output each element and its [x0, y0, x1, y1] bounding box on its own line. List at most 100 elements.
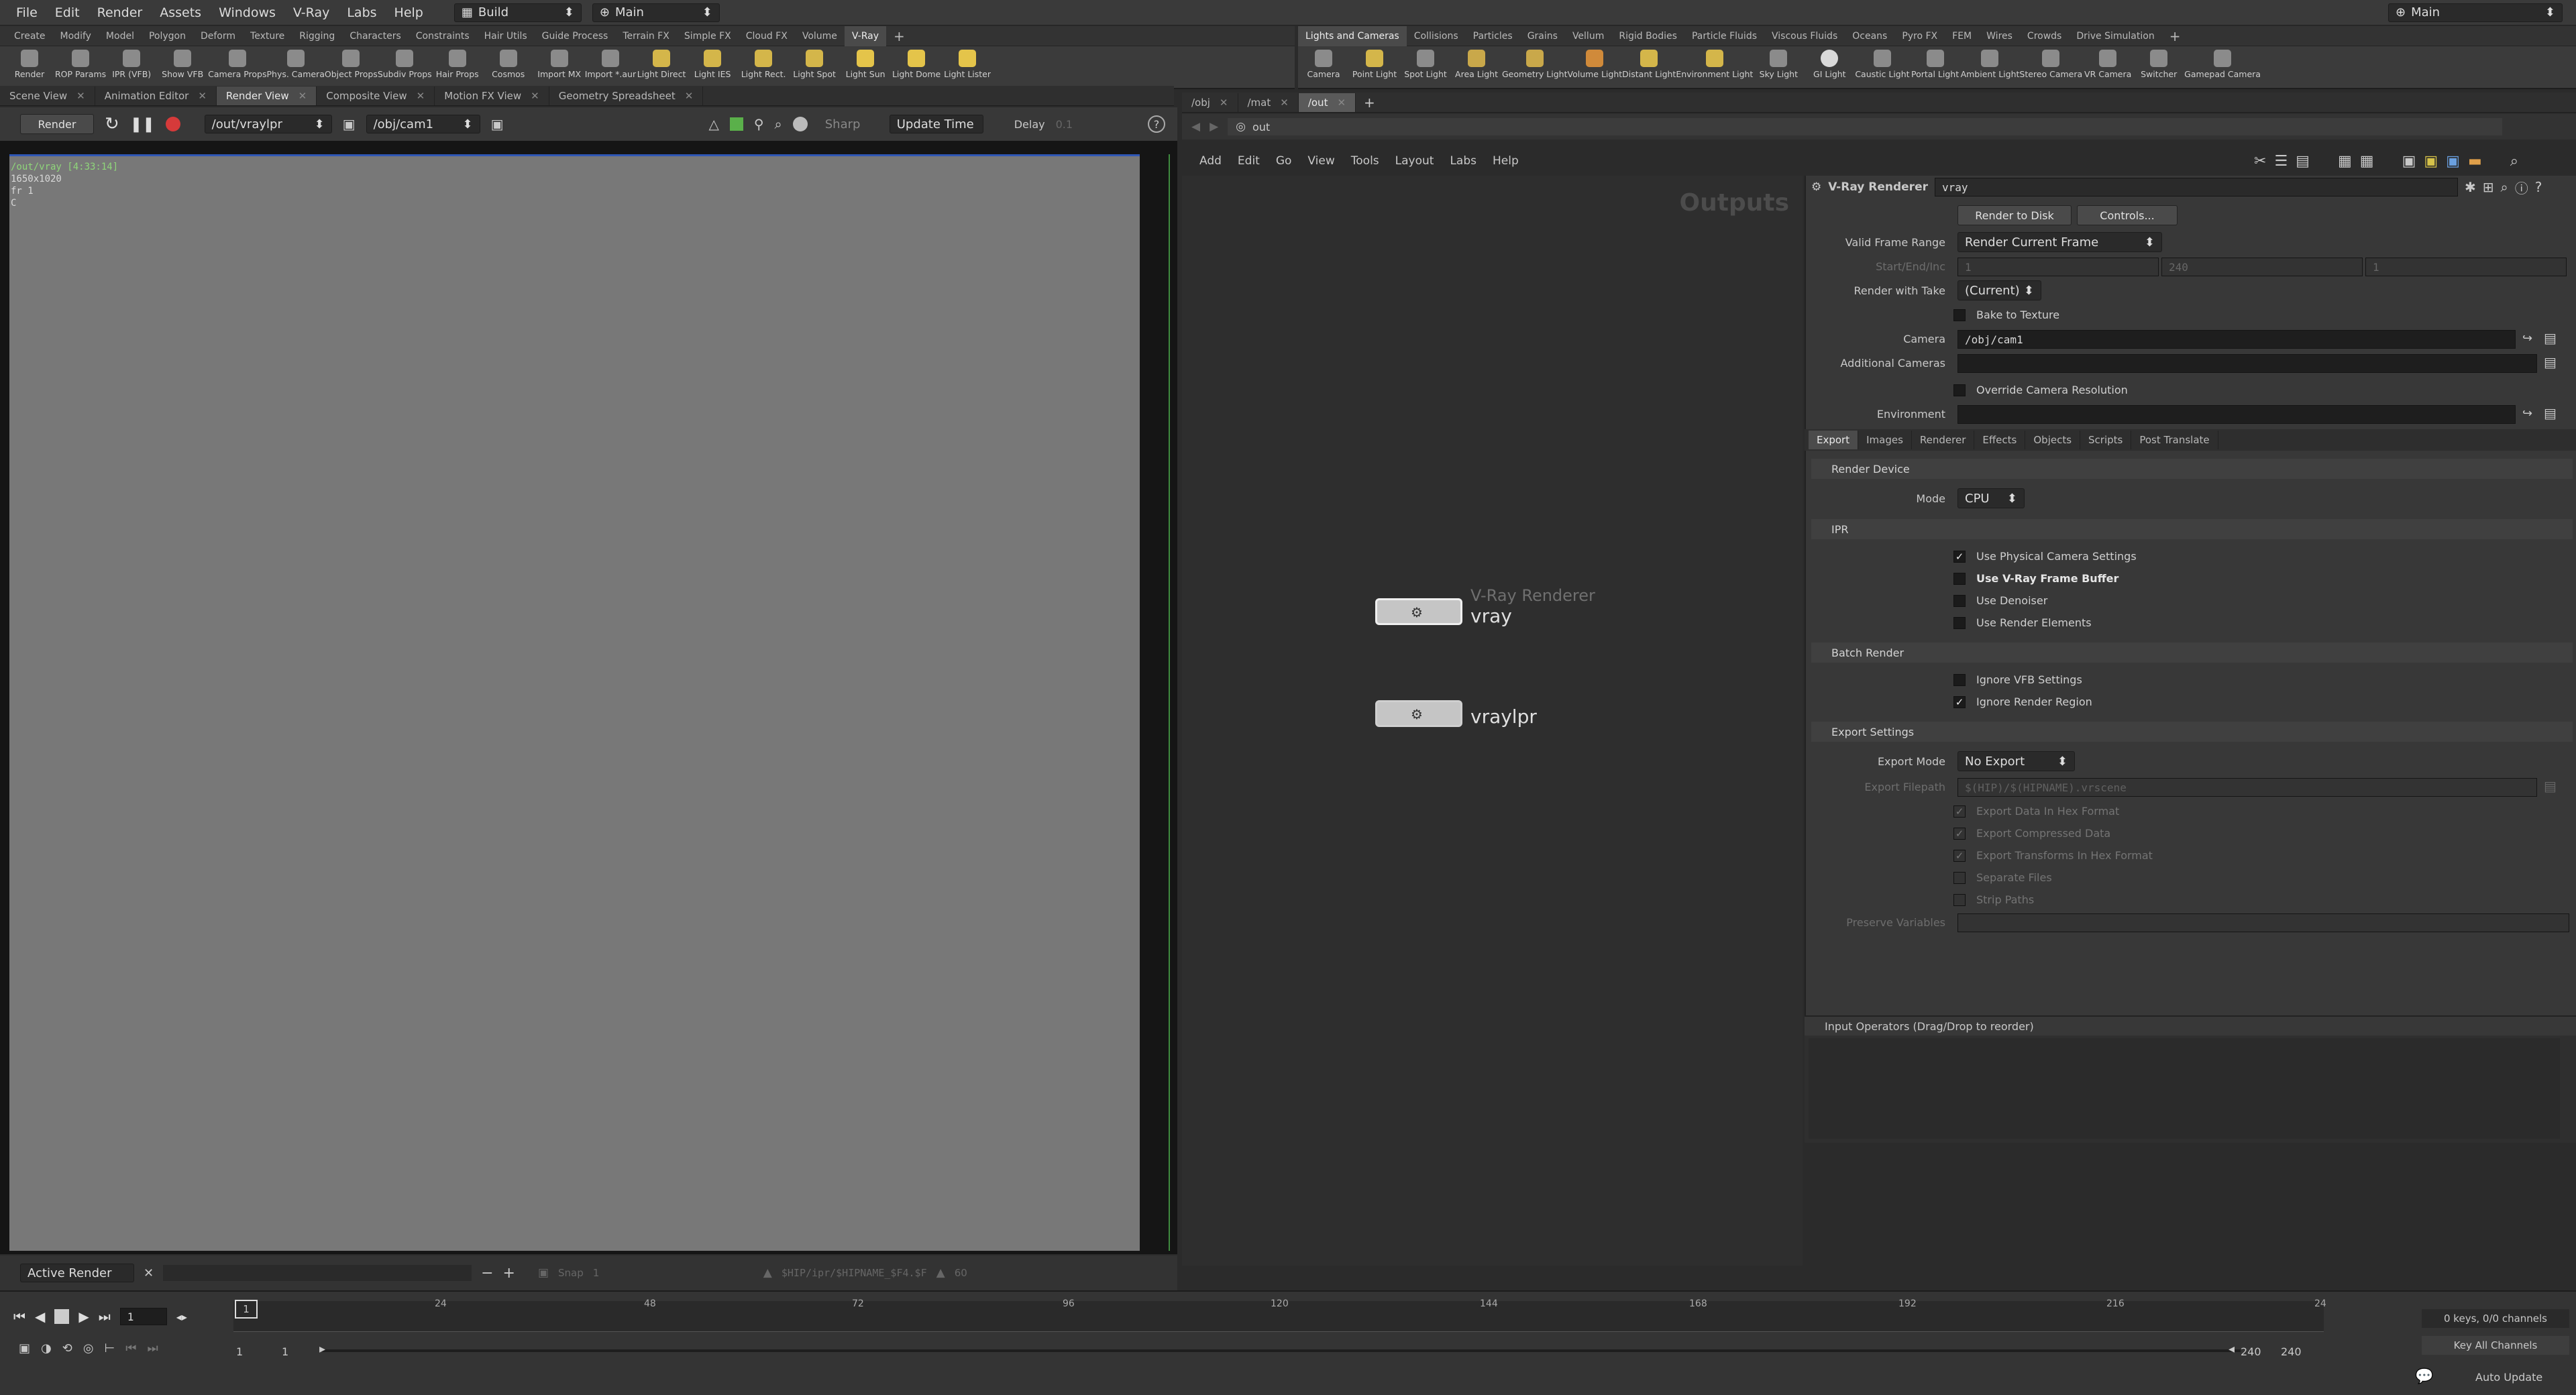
- node-vraylpr-name[interactable]: vraylpr: [1470, 706, 1537, 728]
- menu-add[interactable]: Add: [1199, 154, 1222, 168]
- output-path[interactable]: $HIP/ipr/$HIPNAME_$F4.$F: [782, 1267, 927, 1279]
- close-icon[interactable]: ✕: [531, 90, 539, 102]
- shelf-tab[interactable]: Terrain FX: [615, 26, 677, 46]
- tab-images[interactable]: Images: [1858, 431, 1912, 449]
- tool-sky-light[interactable]: Sky Light: [1753, 46, 1804, 89]
- node-chooser-icon[interactable]: ▤: [2544, 354, 2557, 370]
- separate-files-toggle[interactable]: Separate Files: [1953, 871, 2052, 884]
- inc-frame-field[interactable]: 1: [2365, 258, 2567, 276]
- render-image[interactable]: [9, 154, 1140, 1251]
- tool-camera[interactable]: Camera: [1298, 46, 1349, 89]
- display-icon[interactable]: ▣: [2402, 153, 2416, 170]
- preserve-variables-field[interactable]: [1957, 913, 2569, 932]
- section-render-device[interactable]: Render Device: [1811, 459, 2573, 479]
- menu-help[interactable]: Help: [394, 5, 423, 20]
- snap-icon[interactable]: ▣: [538, 1266, 549, 1280]
- check-icon[interactable]: ✓: [1953, 695, 1966, 708]
- end-frame-field[interactable]: 240: [2161, 258, 2363, 276]
- layout-icon[interactable]: ▦: [2360, 153, 2374, 170]
- tab-motion-fx-view[interactable]: Motion FX View ✕: [435, 86, 549, 105]
- file-chooser-icon[interactable]: ▤: [2544, 778, 2557, 794]
- shelf-tab[interactable]: Rigid Bodies: [1611, 26, 1684, 46]
- camera-field[interactable]: /obj/cam1: [1957, 330, 2516, 349]
- context-selector[interactable]: ⊕ Main ⬍: [592, 3, 720, 22]
- export-mode-menu[interactable]: No Export ⬍: [1957, 751, 2075, 771]
- path-field[interactable]: ◎ out: [1228, 118, 2503, 135]
- image-icon[interactable]: ▣: [2446, 153, 2460, 170]
- menu-assets[interactable]: Assets: [160, 5, 201, 20]
- desktop-selector[interactable]: ▦ Build ⬍: [453, 3, 582, 22]
- tool-import-mx[interactable]: Import MX: [534, 46, 585, 89]
- preview-selector[interactable]: Sharp: [818, 115, 879, 133]
- checkbox[interactable]: [1953, 309, 1966, 321]
- tool-ipr[interactable]: IPR (VFB): [106, 46, 157, 89]
- pin-icon[interactable]: ⚲: [754, 116, 764, 132]
- shelf-tab[interactable]: Deform: [193, 26, 243, 46]
- bake-to-texture-toggle[interactable]: Bake to Texture: [1953, 309, 2059, 321]
- auto-update-menu[interactable]: Auto Update: [2475, 1371, 2542, 1384]
- start-frame-field[interactable]: 1: [1957, 258, 2159, 276]
- back-icon[interactable]: ◀: [1191, 120, 1200, 133]
- node-picker-icon[interactable]: ▣: [343, 116, 356, 132]
- tab-effects[interactable]: Effects: [1974, 431, 2026, 449]
- shelf-tab[interactable]: Model: [99, 26, 142, 46]
- menu-vray[interactable]: V-Ray: [293, 5, 329, 20]
- next-key-icon[interactable]: ⏭: [147, 1341, 158, 1355]
- add-shelf-icon[interactable]: +: [2162, 26, 2188, 46]
- mode-menu[interactable]: CPU ⬍: [1957, 488, 2025, 508]
- audio-icon[interactable]: ◑: [41, 1341, 52, 1355]
- tool-light-rect[interactable]: Light Rect.: [738, 46, 789, 89]
- playhead[interactable]: 1: [235, 1300, 258, 1319]
- menu-layout[interactable]: Layout: [1395, 154, 1434, 168]
- use-render-elements-toggle[interactable]: Use Render Elements: [1953, 616, 2092, 629]
- shelf-tab[interactable]: Oceans: [1845, 26, 1894, 46]
- menu-file[interactable]: File: [16, 5, 38, 20]
- menu-labs[interactable]: Labs: [1450, 154, 1477, 168]
- shelf-tab[interactable]: Hair Utils: [477, 26, 535, 46]
- step-icon[interactable]: ◂▸: [176, 1310, 187, 1323]
- tool-camera-props[interactable]: Camera Props: [208, 46, 266, 89]
- plus-icon[interactable]: +: [503, 1265, 515, 1282]
- tool-environment-light[interactable]: Environment Light: [1676, 46, 1753, 89]
- tool-import-aur[interactable]: Import *.aur: [585, 46, 636, 89]
- check-icon[interactable]: ✓: [1953, 827, 1966, 840]
- tool-volume-light[interactable]: Volume Light: [1568, 46, 1622, 89]
- search-icon[interactable]: ⌕: [2510, 153, 2518, 170]
- shelf-tab[interactable]: Crowds: [2020, 26, 2069, 46]
- checkbox[interactable]: [1953, 673, 1966, 686]
- tool-light-spot[interactable]: Light Spot: [789, 46, 840, 89]
- input-operators-list[interactable]: [1809, 1038, 2560, 1139]
- checkbox[interactable]: [1953, 384, 1966, 396]
- tool-subdiv-props[interactable]: Subdiv Props: [378, 46, 432, 89]
- valid-frame-range-menu[interactable]: Render Current Frame ⬍: [1957, 232, 2162, 252]
- search-icon[interactable]: ⌕: [2501, 179, 2508, 195]
- jump-icon[interactable]: ↪: [2522, 406, 2532, 421]
- shelf-tab[interactable]: Grains: [1520, 26, 1565, 46]
- node-chooser-icon[interactable]: ▤: [2544, 330, 2557, 346]
- note-icon[interactable]: ▣: [2424, 153, 2438, 170]
- keys-status[interactable]: 0 keys, 0/0 channels: [2422, 1309, 2569, 1328]
- range-handle-left[interactable]: ▸: [319, 1342, 325, 1356]
- update-mode-selector[interactable]: Update Time: [889, 115, 983, 133]
- range-start-field-2[interactable]: 1: [282, 1345, 288, 1358]
- tool-light-ies[interactable]: Light IES: [687, 46, 738, 89]
- tool-spot-light[interactable]: Spot Light: [1400, 46, 1451, 89]
- tools-icon[interactable]: ✂: [2254, 153, 2266, 170]
- section-export-settings[interactable]: Export Settings: [1811, 722, 2573, 742]
- menu-edit[interactable]: Edit: [55, 5, 80, 20]
- tool-light-direct[interactable]: Light Direct: [636, 46, 687, 89]
- pause-icon[interactable]: ❚❚: [130, 116, 155, 133]
- tree-icon[interactable]: ☰: [2274, 153, 2288, 170]
- shelf-tab[interactable]: Drive Simulation: [2069, 26, 2161, 46]
- checkbox[interactable]: [1953, 871, 1966, 884]
- export-hex-toggle[interactable]: ✓ Export Data In Hex Format: [1953, 805, 2119, 818]
- strip-paths-toggle[interactable]: Strip Paths: [1953, 893, 2034, 906]
- jump-end-icon[interactable]: ⏭: [99, 1308, 111, 1325]
- gear-icon[interactable]: ✱: [2465, 179, 2476, 195]
- tool-portal-light[interactable]: Portal Light: [1910, 46, 1961, 89]
- delay-value[interactable]: 0.1: [1056, 118, 1073, 131]
- menu-labs[interactable]: Labs: [347, 5, 376, 20]
- section-batch-render[interactable]: Batch Render: [1811, 643, 2573, 663]
- tool-light-lister[interactable]: Light Lister: [942, 46, 993, 89]
- global-icon[interactable]: ◎: [83, 1341, 94, 1355]
